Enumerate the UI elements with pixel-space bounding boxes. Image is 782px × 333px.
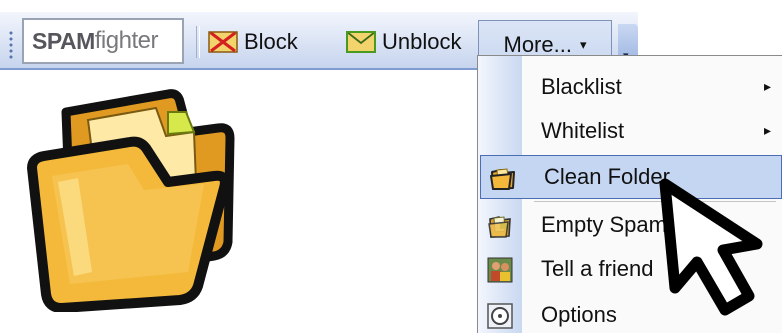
toolbar-separator <box>196 26 200 58</box>
menu-item-label: Whitelist <box>541 118 625 143</box>
submenu-arrow-icon: ▸ <box>764 122 772 138</box>
unblock-label: Unblock <box>382 29 462 54</box>
logo-fighter-text: fighter <box>94 27 159 54</box>
menu-item-whitelist[interactable]: Whitelist ▸ <box>478 110 782 154</box>
menu-item-label: Tell a friend <box>541 256 654 281</box>
menu-item-label: Blacklist <box>541 74 622 99</box>
menu-item-label: Options <box>541 302 617 327</box>
mouse-cursor-icon <box>659 178 763 316</box>
friends-icon <box>487 257 513 283</box>
logo-spam-text: SPAM <box>32 27 95 54</box>
unblock-button[interactable]: Unblock <box>346 22 461 62</box>
folder-icon <box>27 89 235 312</box>
submenu-arrow-icon: ▸ <box>764 78 772 94</box>
unblock-envelope-icon <box>346 31 376 53</box>
options-icon <box>487 303 513 329</box>
block-envelope-icon <box>208 31 238 53</box>
spamfighter-logo[interactable]: SPAM fighter <box>22 18 184 64</box>
more-label: More... <box>503 31 572 57</box>
folder-icon <box>490 168 515 190</box>
toolbar-grip[interactable] <box>8 30 14 60</box>
menu-item-blacklist[interactable]: Blacklist ▸ <box>478 66 782 110</box>
block-label: Block <box>244 29 298 54</box>
block-button[interactable]: Block <box>208 22 298 62</box>
chevron-down-icon: ▾ <box>579 36 587 52</box>
empty-spam-icon <box>488 216 511 238</box>
